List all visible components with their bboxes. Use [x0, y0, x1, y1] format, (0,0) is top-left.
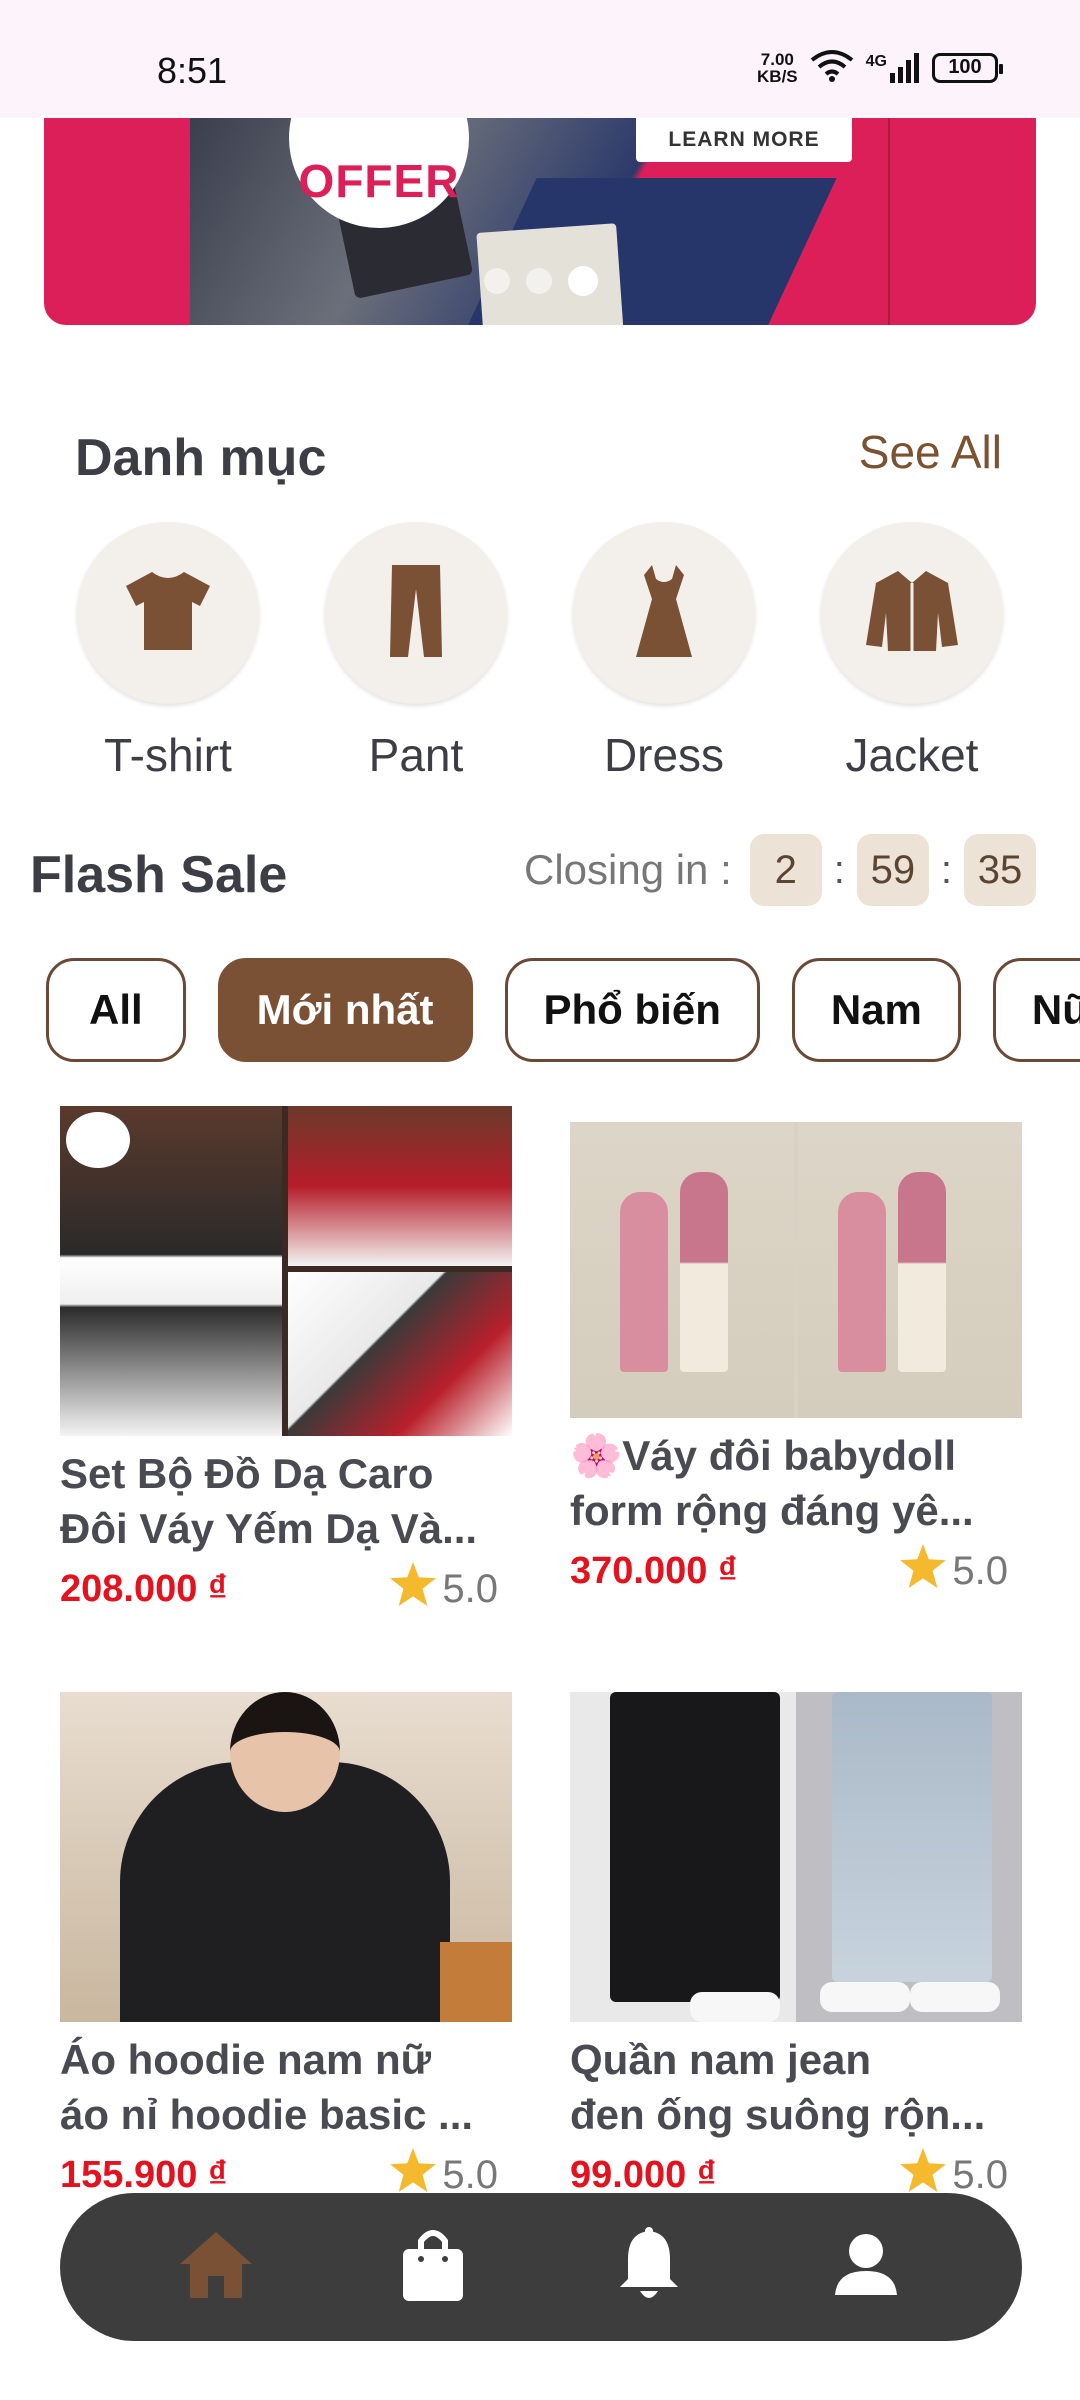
- filter-chips: All Mới nhất Phổ biến Nam Nữ: [46, 958, 1080, 1062]
- status-bar: 8:51 7.00 KB/S 4G 100: [0, 0, 1080, 118]
- nav-home[interactable]: [171, 2222, 261, 2312]
- filter-popular[interactable]: Phổ biến: [504, 958, 760, 1062]
- home-icon: [178, 2230, 254, 2305]
- countdown-seconds: 35: [964, 834, 1036, 906]
- flash-sale-title: Flash Sale: [30, 846, 288, 904]
- profile-icon: [833, 2233, 899, 2302]
- network-speed: 7.00 KB/S: [757, 49, 798, 86]
- filter-newest[interactable]: Mới nhất: [217, 958, 473, 1062]
- product-name: 🌸Váy đôi babydoll: [570, 1432, 957, 1479]
- cell-signal-icon: 4G: [866, 52, 920, 83]
- product-card[interactable]: Áo hoodie nam nữ áo nỉ hoodie basic ... …: [60, 1692, 512, 2202]
- category-dress[interactable]: Dress: [571, 522, 757, 782]
- pants-icon: [388, 563, 444, 664]
- product-name: Quần nam jean: [570, 2036, 872, 2083]
- learn-more-button[interactable]: LEARN MORE: [636, 118, 852, 162]
- tshirt-icon: [122, 570, 214, 657]
- product-image[interactable]: [570, 1122, 1022, 1418]
- category-list: T-shirt Pant Dress Jacket: [75, 522, 1005, 782]
- product-price: 208.000 ₫: [60, 1567, 228, 1610]
- carousel-dot[interactable]: [526, 268, 552, 294]
- product-name: Set Bộ Đồ Dạ Caro: [60, 1450, 434, 1497]
- battery-icon: 100: [932, 52, 1003, 83]
- promo-banner[interactable]: OFFER LEARN MORE: [44, 118, 1036, 325]
- countdown-hours: 2: [749, 834, 822, 906]
- product-card[interactable]: Set Bộ Đồ Dạ Caro Đôi Váy Yếm Dạ Và... 2…: [60, 1106, 512, 1616]
- shop-logo: [66, 1112, 130, 1168]
- product-card[interactable]: 🌸Váy đôi babydoll form rộng đáng yê... 3…: [570, 1106, 1022, 1598]
- category-tshirt[interactable]: T-shirt: [75, 522, 261, 782]
- product-price: 155.900 ₫: [60, 2153, 228, 2196]
- product-image[interactable]: [60, 1692, 512, 2022]
- countdown-minutes: 59: [856, 834, 929, 906]
- category-jacket[interactable]: Jacket: [819, 522, 1005, 782]
- bottom-navigation: [60, 2193, 1022, 2341]
- product-price: 370.000 ₫: [570, 1549, 738, 1592]
- carousel-dot[interactable]: [484, 268, 510, 294]
- star-icon: [390, 1562, 437, 1616]
- dress-icon: [632, 563, 696, 664]
- star-icon: [900, 1544, 947, 1598]
- product-name: Áo hoodie nam nữ: [60, 2036, 432, 2083]
- filter-all[interactable]: All: [46, 958, 186, 1062]
- flash-sale-countdown: Closing in : 2 : 59 : 35: [524, 834, 1036, 906]
- product-name: form rộng đáng yê...: [570, 1487, 974, 1534]
- filter-men[interactable]: Nam: [791, 958, 961, 1062]
- product-name: Đôi Váy Yếm Dạ Và...: [60, 1505, 478, 1552]
- jacket-icon: [864, 569, 960, 658]
- bell-icon: [616, 2226, 682, 2308]
- see-all-link[interactable]: See All: [859, 425, 1002, 479]
- product-rating: 5.0: [390, 1562, 498, 1616]
- categories-title: Danh mục: [75, 429, 327, 487]
- category-pant[interactable]: Pant: [323, 522, 509, 782]
- product-image[interactable]: [60, 1106, 512, 1436]
- product-price: 99.000 ₫: [570, 2153, 717, 2196]
- carousel-dot-active[interactable]: [568, 266, 598, 296]
- product-card[interactable]: Quần nam jean đen ống suông rộn... 99.00…: [570, 1692, 1022, 2202]
- wifi-icon: [810, 48, 854, 87]
- nav-profile[interactable]: [821, 2222, 911, 2312]
- product-image[interactable]: [570, 1692, 1022, 2022]
- shopping-bag-icon: [401, 2227, 465, 2308]
- product-name: đen ống suông rộn...: [570, 2091, 986, 2138]
- status-time: 8:51: [157, 50, 228, 91]
- carousel-indicator[interactable]: [484, 266, 598, 296]
- nav-shop[interactable]: [388, 2222, 478, 2312]
- product-name: áo nỉ hoodie basic ...: [60, 2091, 474, 2138]
- status-icons: 7.00 KB/S 4G 100: [757, 48, 1003, 87]
- nav-notifications[interactable]: [604, 2222, 694, 2312]
- product-rating: 5.0: [900, 1544, 1008, 1598]
- filter-women[interactable]: Nữ: [992, 958, 1080, 1062]
